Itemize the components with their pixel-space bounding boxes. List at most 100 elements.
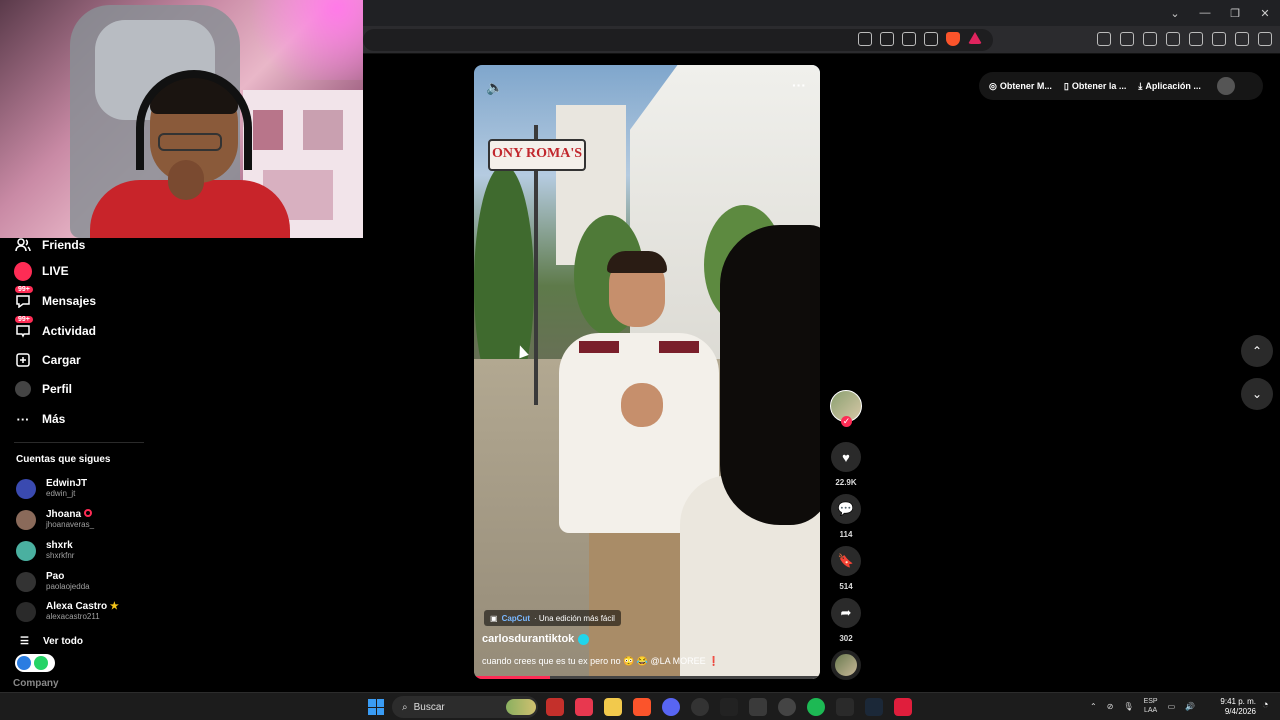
tab-search-icon[interactable] <box>1120 32 1134 46</box>
video-caption: cuando crees que es tu ex pero no 😳 😂 @L… <box>482 656 720 666</box>
following-item[interactable]: EdwinJT edwin_jt <box>16 478 87 499</box>
settings-icon[interactable] <box>691 698 709 716</box>
app-icon[interactable] <box>894 698 912 716</box>
sidebar-item-activity[interactable]: 99+ Actividad <box>14 316 96 340</box>
language-indicator[interactable]: ESP LAA <box>1144 697 1158 715</box>
user-avatar[interactable] <box>1216 77 1235 95</box>
light-glow <box>233 0 363 80</box>
file-explorer-icon[interactable] <box>604 698 622 716</box>
save-button[interactable]: 🔖 <box>831 546 861 576</box>
sidebar-item-upload[interactable]: Cargar <box>14 351 81 369</box>
following-name: shxrk <box>46 540 73 551</box>
maximize-icon[interactable]: ❐ <box>1220 7 1250 20</box>
share-button[interactable]: ➦ <box>831 598 861 628</box>
taskbar-search[interactable]: ⌕ Buscar <box>392 696 538 718</box>
more-options-icon[interactable]: ··· <box>792 77 806 93</box>
cast-icon[interactable] <box>902 32 916 46</box>
upload-icon <box>14 351 32 369</box>
previous-video-button[interactable]: ⌃ <box>1241 335 1273 367</box>
chevron-up-icon[interactable]: ⌃ <box>1090 702 1097 711</box>
leo-ai-icon[interactable] <box>1212 32 1226 46</box>
brave-shield-icon[interactable] <box>946 32 960 46</box>
obs-icon[interactable] <box>778 698 796 716</box>
calculator-icon[interactable] <box>749 698 767 716</box>
wallet-icon[interactable] <box>1189 32 1203 46</box>
terminal-icon[interactable] <box>836 698 854 716</box>
minimize-icon[interactable]: — <box>1190 7 1220 19</box>
company-link[interactable]: Company <box>13 678 59 689</box>
volume-icon[interactable]: 🔊 <box>1185 702 1195 711</box>
sidebar-item-live[interactable]: LIVE <box>14 261 69 281</box>
like-button[interactable]: ♥ <box>831 442 861 472</box>
translate-icon[interactable] <box>880 32 894 46</box>
sidebar-item-label: LIVE <box>42 264 69 278</box>
reader-mode-icon[interactable] <box>858 32 872 46</box>
comment-button[interactable]: 💬 <box>831 494 861 524</box>
wifi-off-icon[interactable]: ⊘ <box>1107 702 1114 711</box>
following-username: shxrkfnr <box>46 551 75 560</box>
windows-start-icon[interactable] <box>368 699 384 715</box>
video-progress-bar[interactable] <box>474 676 820 679</box>
following-name: Jhoana <box>46 509 94 520</box>
coin-icon: ◎ <box>989 80 997 91</box>
volume-icon[interactable]: 🔈 <box>486 79 503 96</box>
tab-list-icon[interactable]: ⌄ <box>1160 7 1190 20</box>
sidebar-item-profile[interactable]: Perfil <box>14 380 72 398</box>
vpn-icon[interactable] <box>1235 32 1249 46</box>
follow-icon[interactable]: ✓ <box>841 416 852 427</box>
share-icon[interactable] <box>924 32 938 46</box>
avatar <box>16 540 36 561</box>
following-username: paolaojedda <box>46 582 90 591</box>
network-icon[interactable]: ▭ <box>1168 702 1176 711</box>
streamer-hand <box>168 160 204 200</box>
video-player[interactable]: ONY ROMA'S 🔈 ··· ▣ CapCut · Una edición … <box>474 65 820 679</box>
following-name: EdwinJT <box>46 478 88 489</box>
capcut-banner[interactable]: ▣ CapCut · Una edición más fácil <box>484 610 621 626</box>
address-bar-icons <box>858 32 982 46</box>
media-player-icon[interactable] <box>546 698 564 716</box>
top-right-menu: ◎ Obtener M... ▯ Obtener la ... ⤓ Aplicació… <box>979 72 1263 100</box>
following-username: jhoanaveras_ <box>46 520 95 529</box>
sidebar-icon[interactable] <box>1166 32 1180 46</box>
sidebar-item-friends[interactable]: Friends <box>14 236 85 254</box>
media-icon[interactable] <box>1143 32 1157 46</box>
brave-browser-icon[interactable] <box>633 698 651 716</box>
sidebar-item-label: Más <box>42 412 66 426</box>
see-all-button[interactable]: ☰ Ver todo <box>20 636 83 647</box>
search-highlight-icon <box>506 699 536 715</box>
next-video-button[interactable]: ⌄ <box>1241 378 1273 410</box>
avatar <box>16 509 36 530</box>
save-count: 514 <box>839 582 853 591</box>
following-item[interactable]: shxrk shxrkfnr <box>16 540 74 561</box>
sidebar-item-more[interactable]: ··· Más <box>14 410 66 428</box>
adobe-icon[interactable] <box>575 698 593 716</box>
brave-rewards-icon[interactable] <box>968 32 982 44</box>
desktop-app-button[interactable]: ⤓ Aplicación ... <box>1138 81 1201 92</box>
following-item[interactable]: Jhoana jhoanaveras_ <box>16 509 94 530</box>
music-disc-icon[interactable] <box>831 650 861 680</box>
notifications-icon[interactable]: ◔ <box>1262 699 1269 711</box>
clock[interactable]: 9:41 p. m. 9/4/2026 <box>1218 697 1256 717</box>
toolbar-right-icons <box>1097 32 1272 46</box>
video-author[interactable]: carlosdurantiktok <box>482 633 590 645</box>
get-app-button[interactable]: ▯ Obtener la ... <box>1064 81 1126 92</box>
spotify-icon[interactable] <box>807 698 825 716</box>
following-item[interactable]: Alexa Castro ★ alexacastro211 <box>16 601 119 622</box>
microphone-icon[interactable]: 🎙 <box>1123 702 1133 711</box>
discord-icon[interactable] <box>662 698 680 716</box>
following-item[interactable]: Pao paolaojedda <box>16 571 90 592</box>
app-pills[interactable] <box>15 654 55 672</box>
steam-icon[interactable] <box>865 698 883 716</box>
author-name: carlosdurantiktok <box>482 633 575 645</box>
heart-icon: ♥ <box>842 449 850 465</box>
get-coins-button[interactable]: ◎ Obtener M... <box>989 81 1052 92</box>
lang-region: LAA <box>1143 707 1158 714</box>
sidebar-item-messages[interactable]: 99+ Mensajes <box>14 286 96 310</box>
extensions-icon[interactable] <box>1097 32 1111 46</box>
video-man-hair <box>607 251 667 273</box>
close-icon[interactable]: ✕ <box>1250 7 1280 20</box>
menu-icon[interactable] <box>1258 32 1272 46</box>
taskbar-apps <box>546 698 912 716</box>
capcut-app-icon[interactable] <box>720 698 738 716</box>
comment-count: 114 <box>839 530 853 539</box>
